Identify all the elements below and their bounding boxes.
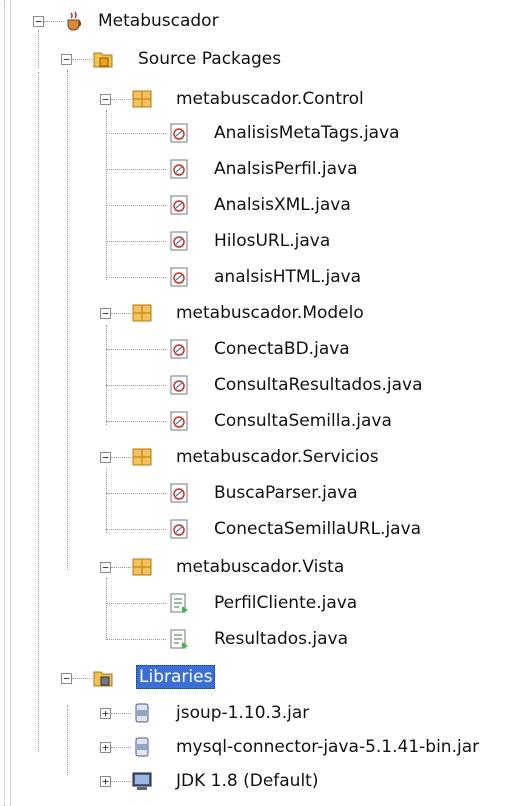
package-icon (132, 558, 152, 576)
source-packages-collapse-toggle[interactable]: − (61, 54, 72, 65)
library-folder-icon (93, 671, 113, 687)
file-label[interactable]: Resultados.java (212, 628, 350, 650)
java-class-icon (170, 159, 188, 179)
package-label[interactable]: metabuscador.Vista (174, 556, 346, 578)
file-label[interactable]: PerfilCliente.java (212, 592, 359, 614)
jar-expand-toggle[interactable]: + (100, 742, 111, 753)
form-icon (170, 593, 188, 613)
java-class-icon (170, 411, 188, 431)
package-label[interactable]: metabuscador.Servicios (174, 446, 381, 468)
jar-icon (135, 737, 149, 757)
package-icon (132, 90, 152, 108)
package-collapse-toggle[interactable]: − (100, 562, 111, 573)
java-class-icon (170, 123, 188, 143)
project-tree: − Metabuscador − Source Packages − metab… (0, 0, 525, 806)
libraries-collapse-toggle[interactable]: − (61, 673, 72, 684)
file-label[interactable]: HilosURL.java (212, 230, 332, 252)
file-label[interactable]: ConectaSemillaURL.java (212, 518, 423, 540)
gutter-guide (4, 0, 5, 806)
jar-expand-toggle[interactable]: + (100, 708, 111, 719)
file-label[interactable]: AnalisisMetaTags.java (212, 122, 402, 144)
package-label[interactable]: metabuscador.Modelo (174, 302, 366, 324)
source-packages-label[interactable]: Source Packages (136, 48, 283, 70)
library-item-label[interactable]: mysql-connector-java-5.1.41-bin.jar (174, 736, 481, 758)
java-class-icon (170, 519, 188, 539)
form-icon (170, 629, 188, 649)
java-class-icon (170, 339, 188, 359)
package-collapse-toggle[interactable]: − (100, 452, 111, 463)
file-label[interactable]: BuscaParser.java (212, 482, 360, 504)
package-icon (132, 448, 152, 466)
tree-gutter (0, 0, 11, 806)
file-label[interactable]: AnalsisXML.java (212, 194, 353, 216)
libraries-label[interactable]: Libraries (136, 665, 216, 689)
file-label[interactable]: ConsultaSemilla.java (212, 410, 394, 432)
file-label[interactable]: analsisHTML.java (212, 266, 363, 288)
project-collapse-toggle[interactable]: − (33, 16, 44, 27)
package-label[interactable]: metabuscador.Control (174, 88, 366, 110)
package-collapse-toggle[interactable]: − (100, 308, 111, 319)
file-label[interactable]: AnalsisPerfil.java (212, 158, 360, 180)
project-label[interactable]: Metabuscador (96, 10, 221, 32)
jar-icon (135, 703, 149, 723)
java-class-icon (170, 267, 188, 287)
library-item-label[interactable]: JDK 1.8 (Default) (174, 770, 320, 792)
package-collapse-toggle[interactable]: − (100, 94, 111, 105)
source-folder-icon (93, 52, 113, 68)
java-class-icon (170, 375, 188, 395)
package-icon (132, 304, 152, 322)
file-label[interactable]: ConsultaResultados.java (212, 374, 425, 396)
java-class-icon (170, 231, 188, 251)
file-label[interactable]: ConectaBD.java (212, 338, 352, 360)
coffee-cup-icon (67, 11, 82, 31)
java-class-icon (170, 195, 188, 215)
jdk-expand-toggle[interactable]: + (100, 776, 111, 787)
jdk-icon (132, 772, 152, 790)
library-item-label[interactable]: jsoup-1.10.3.jar (174, 702, 311, 724)
java-class-icon (170, 483, 188, 503)
